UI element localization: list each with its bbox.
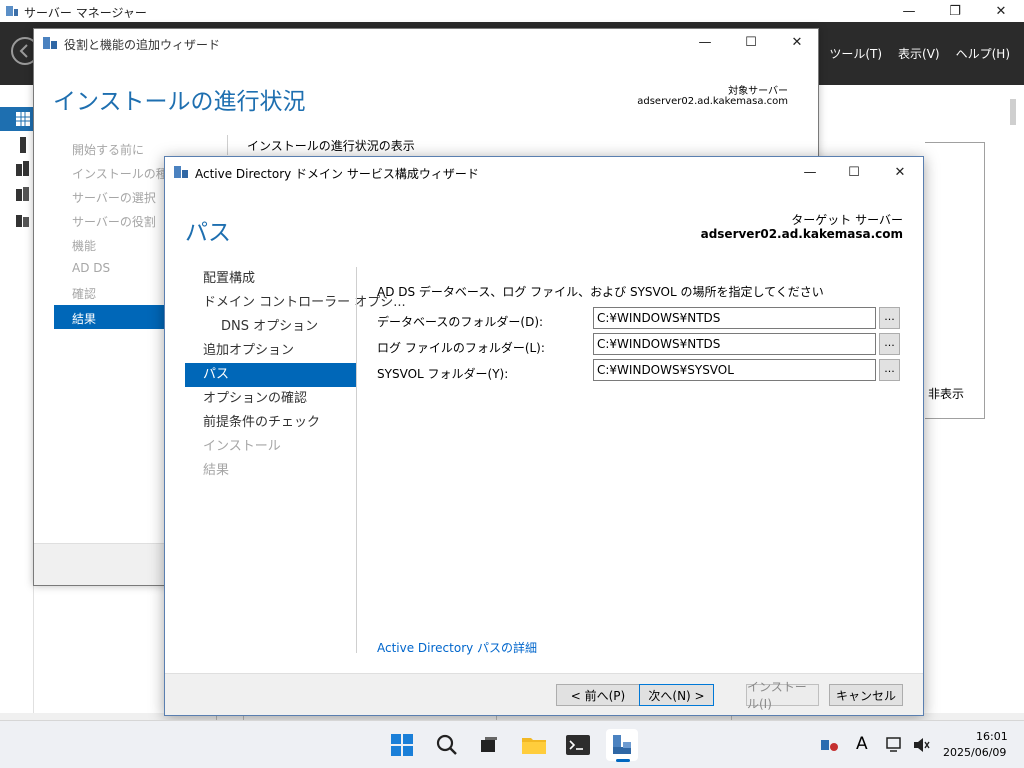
close-button[interactable]: ✕ [877,161,923,183]
wizard-nav-item[interactable]: 追加オプション [203,339,294,363]
back-button[interactable]: < 前へ(P) [556,684,640,706]
restore-button[interactable]: ❐ [932,0,978,22]
install-button: インストール(I) [746,680,819,711]
dashboard-icon [16,112,30,126]
task-view-button[interactable] [473,729,505,761]
minimize-button[interactable]: — [886,0,932,22]
server-manager-menu: M) ツール(T) 表示(V) ヘルプ(H) [798,22,1010,85]
network-status-icon[interactable] [820,737,840,753]
local-server-icon[interactable] [18,137,28,153]
close-button[interactable]: ✕ [978,0,1024,22]
sysvol-folder-input[interactable]: C:¥WINDOWS¥SYSVOL [593,359,876,381]
wizard-nav-item: 開始する前に [72,143,145,157]
target-server-label: 対象サーバー [728,86,788,97]
terminal-button[interactable] [562,729,594,761]
adds-wizard-title: Active Directory ドメイン サービス構成ウィザード [195,167,479,181]
active-app-indicator [616,759,630,762]
wizard-app-icon [43,37,57,49]
wizard-nav-item: 確認 [72,287,97,301]
adds-wizard-titlebar: Active Directory ドメイン サービス構成ウィザード — ☐ ✕ [165,157,923,187]
wizard-nav-item: サーバーの役割 [72,215,156,229]
target-server-name: adserver02.ad.kakemasa.com [637,96,788,107]
log-folder-label: ログ ファイルのフォルダー(L): [377,341,545,355]
target-server-label: ターゲット サーバー [791,213,903,227]
sidebar-item-dashboard[interactable] [0,107,34,131]
wizard-nav-item[interactable]: 前提条件のチェック [203,411,320,435]
server-manager-titlebar: サーバー マネージャー — ❐ ✕ [0,0,1024,22]
adds-role-icon[interactable] [16,187,30,203]
clock-date[interactable]: 2025/06/09 [943,746,1006,759]
section-label: インストールの進行状況の表示 [247,139,415,153]
log-browse-button[interactable]: ... [879,333,900,355]
wizard-nav-item[interactable]: オプションの確認 [203,387,307,411]
file-services-icon[interactable] [16,213,30,229]
sysvol-folder-label: SYSVOL フォルダー(Y): [377,367,509,381]
wizard-nav-item: 機能 [72,239,97,253]
maximize-button[interactable]: ☐ [728,31,774,53]
page-title: インストールの進行状況 [53,89,306,115]
database-folder-input[interactable]: C:¥WINDOWS¥NTDS [593,307,876,329]
wizard-nav-item-label: 結果 [72,312,97,326]
paths-details-link[interactable]: Active Directory パスの詳細 [377,639,537,656]
wizard-nav-item-active[interactable]: パス [185,363,356,387]
server-manager-sidebar [0,85,34,713]
add-roles-wizard-titlebar: 役割と機能の追加ウィザード — ☐ ✕ [34,29,818,57]
background-panel: 非表示 [925,142,985,419]
server-manager-app-icon [6,6,18,16]
instruction-text: AD DS データベース、ログ ファイル、および SYSVOL の場所を指定して… [377,285,824,299]
menu-view[interactable]: 表示(V) [898,45,940,62]
close-button[interactable]: ✕ [774,31,820,53]
sysvol-browse-button[interactable]: ... [879,359,900,381]
target-server-name: adserver02.ad.kakemasa.com [700,227,903,241]
wizard-nav-item[interactable]: 配置構成 [203,267,255,291]
terminal-icon [566,735,590,755]
taskbar: A 16:01 2025/06/09 [0,720,1024,768]
database-folder-label: データベースのフォルダー(D): [377,315,544,329]
divider [227,135,228,155]
wizard-nav-item: AD DS [72,261,111,275]
adds-wizard-footer: < 前へ(P) 次へ(N) > インストール(I) キャンセル [165,673,923,715]
maximize-button[interactable]: ☐ [831,161,877,183]
wizard-nav-item: サーバーの選択 [72,191,156,205]
file-explorer-button[interactable] [518,729,550,761]
wizard-nav-item: インストール [203,439,281,454]
wizard-nav-item-active: 結果 [54,305,166,329]
windows-start-icon [391,734,413,756]
wizard-nav-item-label: パス [203,367,230,382]
next-button[interactable]: 次へ(N) > [639,684,714,706]
task-view-icon [481,737,497,752]
hide-link[interactable]: 非表示 [928,385,964,402]
page-title: パス [185,220,231,246]
wizard-nav-item: 結果 [203,463,230,478]
volume-muted-icon[interactable] [912,736,930,754]
adds-config-wizard-window: Active Directory ドメイン サービス構成ウィザード — ☐ ✕ … [164,156,924,716]
nav-divider [356,267,357,653]
search-icon [436,734,457,755]
wizard-nav-item[interactable]: DNS オプション [221,315,318,339]
wizard-nav-item: インストールの種 [72,167,168,181]
folder-icon [522,738,546,754]
ime-indicator[interactable]: A [856,734,868,754]
menu-tools[interactable]: ツール(T) [829,45,882,62]
database-browse-button[interactable]: ... [879,307,900,329]
add-roles-wizard-title: 役割と機能の追加ウィザード [64,38,221,52]
minimize-button[interactable]: — [787,161,833,183]
search-button[interactable] [431,729,463,761]
all-servers-icon[interactable] [16,161,30,177]
cancel-button[interactable]: キャンセル [829,684,903,706]
wizard-app-icon [174,166,188,178]
start-button[interactable] [386,729,418,761]
network-icon[interactable] [886,736,904,754]
wizard-nav-item[interactable]: ドメイン コントローラー オプシ... [203,291,406,315]
server-manager-title: サーバー マネージャー [24,6,147,20]
server-manager-icon [613,735,631,754]
log-folder-input[interactable]: C:¥WINDOWS¥NTDS [593,333,876,355]
menu-help[interactable]: ヘルプ(H) [956,45,1010,62]
server-manager-taskbar-button[interactable] [606,729,638,762]
minimize-button[interactable]: — [682,31,728,53]
scrollbar-thumb[interactable] [1010,99,1016,125]
clock-time[interactable]: 16:01 [976,730,1008,743]
